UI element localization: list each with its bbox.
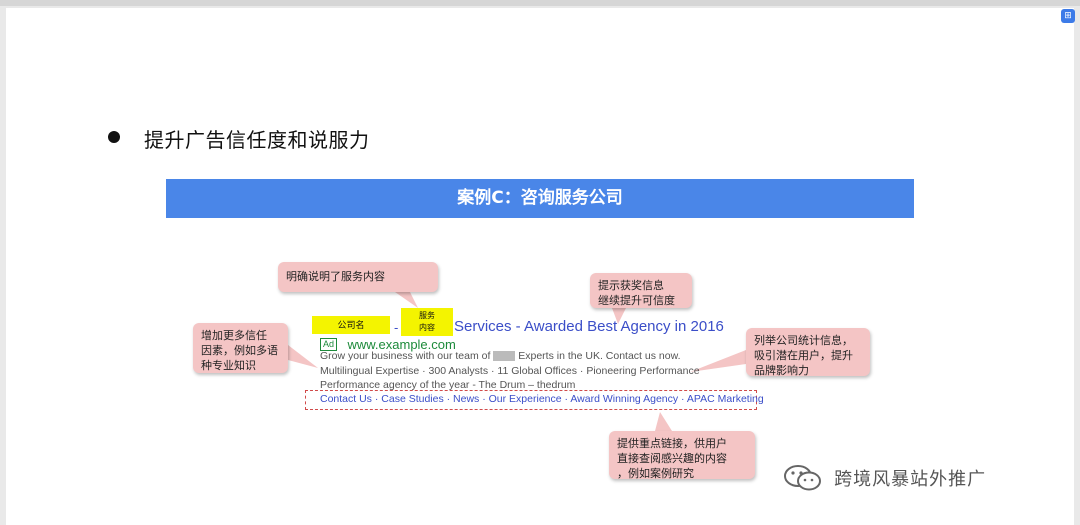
callout-award: 提示获奖信息 继续提升可信度 [590, 273, 692, 308]
search-ad-example: 公司名 服务 内容 - Services - Awarded Best Agen… [312, 308, 762, 398]
callout-service: 明确说明了服务内容 [278, 262, 438, 292]
sitelinks-box: Contact Us · Case Studies · News · Our E… [305, 390, 764, 410]
service-highlight: 服务 内容 [401, 308, 453, 336]
ad-description-line1-end: Experts in the UK. Contact us now. [518, 350, 681, 362]
connector-service [395, 292, 418, 308]
ad-sitelinks[interactable]: Contact Us · Case Studies · News · Our E… [320, 393, 764, 405]
callout-trust: 增加更多信任 因素，例如多语 种专业知识 [193, 323, 288, 373]
ad-callout-extension: Multilingual Expertise · 300 Analysts · … [320, 365, 700, 377]
connector-links [655, 412, 672, 431]
callout-connectors [288, 292, 746, 431]
wechat-icon [784, 465, 821, 491]
watermark-text: 跨境风暴站外推广 [834, 469, 987, 490]
callout-links: 提供重点链接，供用户 直接查阅感兴趣的内容 ，例如案例研究 [609, 431, 755, 480]
ad-headline[interactable]: Services - Awarded Best Agency in 2016 [454, 318, 724, 335]
ad-description-line1-start: Grow your business with our team of [320, 350, 491, 362]
ad-title-dash: - [394, 320, 399, 335]
watermark: 跨境风暴站外推广 [783, 463, 986, 495]
service-highlight-line1: 服务 [419, 311, 435, 320]
callout-stats: 列举公司统计信息， 吸引潜在用户，提升 品牌影响力 [746, 328, 870, 377]
company-name-highlight: 公司名 [312, 316, 390, 334]
ad-description-line1: Grow your business with our team of Expe… [320, 350, 681, 362]
service-highlight-line2: 内容 [419, 323, 435, 332]
blurred-number [493, 351, 516, 362]
